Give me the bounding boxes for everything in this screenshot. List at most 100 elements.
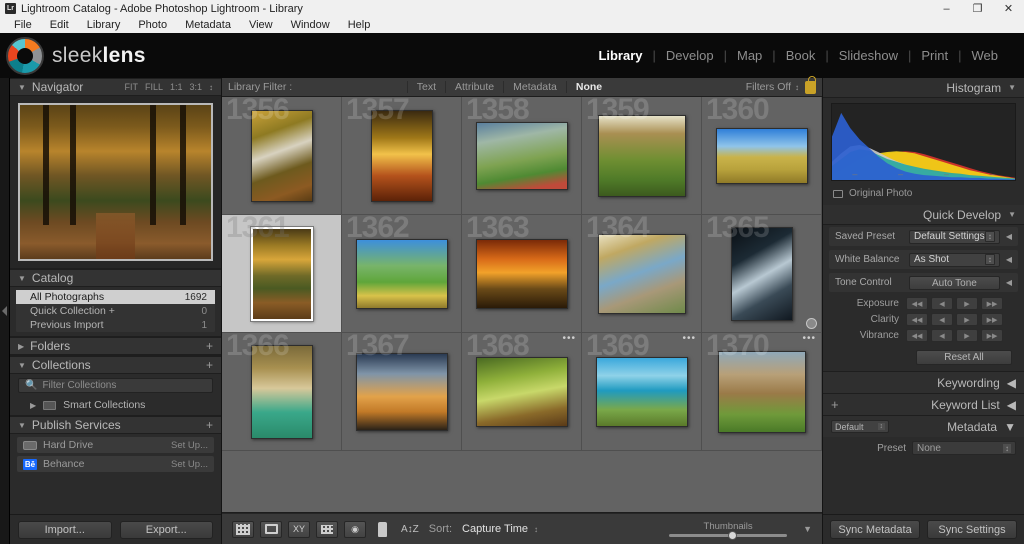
- grid-cell[interactable]: 1356: [222, 97, 342, 215]
- metadata-caret-icon[interactable]: ▼: [1004, 420, 1016, 434]
- grid-cell[interactable]: 1358: [462, 97, 582, 215]
- grid-cell[interactable]: 1365: [702, 211, 822, 333]
- grid-cell[interactable]: 1362: [342, 211, 462, 333]
- catalog-row-quick-collection[interactable]: Quick Collection + 0: [16, 304, 215, 318]
- saved-preset-stepper-icon[interactable]: ↕: [984, 231, 995, 242]
- toolbar-caret-icon[interactable]: ▼: [803, 524, 812, 534]
- grid-cell[interactable]: 1370 •••: [702, 329, 822, 451]
- menu-item-library[interactable]: Library: [79, 19, 129, 31]
- navigator-preview[interactable]: [10, 96, 221, 268]
- left-panel-collapse-handle[interactable]: [0, 78, 10, 544]
- publish-services-caret-icon[interactable]: ▼: [18, 421, 26, 430]
- cell-badge-dots-icon[interactable]: •••: [682, 334, 696, 344]
- histogram-chart[interactable]: – – – –: [831, 103, 1016, 181]
- saved-preset-expand-icon[interactable]: ◀: [1006, 232, 1012, 241]
- metadata-view-select[interactable]: Default ↕: [831, 420, 889, 433]
- sync-settings-button[interactable]: Sync Settings: [927, 520, 1017, 539]
- quick-collection-badge-icon[interactable]: [806, 318, 817, 329]
- sync-metadata-button[interactable]: Sync Metadata: [830, 520, 920, 539]
- navigator-zoom-fill[interactable]: FILL: [145, 82, 163, 92]
- menu-item-file[interactable]: File: [6, 19, 40, 31]
- close-button[interactable]: ✕: [993, 0, 1024, 17]
- sort-stepper-icon[interactable]: ↕: [534, 525, 538, 534]
- menu-item-view[interactable]: View: [241, 19, 281, 31]
- folders-header[interactable]: ▶ Folders +: [10, 337, 221, 355]
- publish-service-hard-drive[interactable]: Hard Drive Set Up...: [17, 437, 214, 453]
- navigator-caret-icon[interactable]: ▼: [18, 83, 26, 92]
- navigator-zoom-stepper-icon[interactable]: ↕: [209, 83, 213, 92]
- catalog-caret-icon[interactable]: ▼: [18, 274, 26, 283]
- add-publish-service-button[interactable]: +: [206, 418, 213, 432]
- photo-thumbnail[interactable]: [355, 238, 448, 309]
- sort-direction-icon[interactable]: A↕Z: [401, 524, 419, 535]
- maximize-button[interactable]: ❐: [962, 0, 993, 17]
- grid-view-icon[interactable]: [232, 520, 254, 538]
- vibrance-inc-small-button[interactable]: ▶: [956, 329, 978, 342]
- photo-thumbnail[interactable]: [250, 344, 313, 439]
- module-book[interactable]: Book: [776, 48, 826, 63]
- survey-view-icon[interactable]: [316, 520, 338, 538]
- original-photo-toggle[interactable]: Original Photo: [823, 186, 1024, 205]
- hard-drive-setup-link[interactable]: Set Up...: [171, 440, 208, 451]
- collections-header[interactable]: ▼ Collections +: [10, 356, 221, 374]
- photo-thumbnail[interactable]: [475, 121, 568, 190]
- cell-badge-dots-icon[interactable]: •••: [562, 334, 576, 344]
- reset-all-button[interactable]: Reset All: [916, 350, 1012, 365]
- vibrance-dec-large-button[interactable]: ◀◀: [906, 329, 928, 342]
- publish-service-behance[interactable]: Bē Behance Set Up...: [17, 456, 214, 472]
- clarity-inc-small-button[interactable]: ▶: [956, 313, 978, 326]
- quick-develop-header[interactable]: Quick Develop ▼: [823, 205, 1024, 225]
- menu-item-metadata[interactable]: Metadata: [177, 19, 239, 31]
- clarity-inc-large-button[interactable]: ▶▶: [981, 313, 1003, 326]
- lock-icon[interactable]: [805, 75, 816, 94]
- menu-item-photo[interactable]: Photo: [130, 19, 175, 31]
- navigator-header[interactable]: ▼ Navigator FIT FILL 1:1 3:1 ↕: [10, 78, 221, 96]
- thumbnail-size-slider[interactable]: Thumbnails: [669, 521, 788, 540]
- publish-services-header[interactable]: ▼ Publish Services +: [10, 416, 221, 434]
- grid-view[interactable]: 13561357135813591360 13611362136313641365…: [222, 97, 822, 513]
- catalog-row-all-photographs[interactable]: All Photographs 1692: [16, 290, 215, 304]
- people-view-icon[interactable]: ◉: [344, 520, 366, 538]
- photo-thumbnail[interactable]: [475, 356, 568, 427]
- minimize-button[interactable]: –: [931, 0, 962, 17]
- photo-thumbnail[interactable]: [249, 225, 314, 322]
- grid-cell[interactable]: 1357: [342, 97, 462, 215]
- grid-cell[interactable]: 1360: [702, 97, 822, 215]
- loupe-view-icon[interactable]: [260, 520, 282, 538]
- module-map[interactable]: Map: [727, 48, 772, 63]
- clarity-dec-large-button[interactable]: ◀◀: [906, 313, 928, 326]
- module-print[interactable]: Print: [911, 48, 958, 63]
- grid-cell[interactable]: 1369 •••: [582, 329, 702, 451]
- slider-knob[interactable]: [728, 530, 738, 540]
- grid-cell[interactable]: 1366: [222, 329, 342, 451]
- smart-collections-item[interactable]: ▶ Smart Collections: [10, 397, 221, 415]
- auto-tone-button[interactable]: Auto Tone: [909, 275, 1000, 290]
- white-balance-stepper-icon[interactable]: ↕: [984, 254, 995, 265]
- compare-view-icon[interactable]: XY: [288, 520, 310, 538]
- photo-thumbnail[interactable]: [715, 127, 808, 184]
- grid-cell[interactable]: 1368 •••: [462, 329, 582, 451]
- metadata-preset-stepper-icon[interactable]: ↕: [1003, 443, 1011, 453]
- white-balance-select[interactable]: As Shot ↕: [909, 252, 1000, 267]
- photo-thumbnail[interactable]: [595, 356, 688, 427]
- menu-item-window[interactable]: Window: [283, 19, 338, 31]
- slider-track[interactable]: [669, 530, 788, 540]
- import-button[interactable]: Import...: [18, 520, 112, 539]
- smart-collections-caret-icon[interactable]: ▶: [30, 401, 36, 410]
- catalog-row-previous-import[interactable]: Previous Import 1: [16, 318, 215, 332]
- keyword-list-caret-icon[interactable]: ◀: [1007, 398, 1016, 412]
- metadata-preset-select[interactable]: None ↕: [912, 441, 1016, 455]
- filters-off-label[interactable]: Filters Off: [746, 81, 791, 93]
- grid-cell[interactable]: 1363: [462, 211, 582, 333]
- photo-thumbnail[interactable]: [597, 233, 686, 314]
- module-web[interactable]: Web: [962, 48, 1009, 63]
- spray-can-icon[interactable]: [378, 521, 387, 537]
- photo-thumbnail[interactable]: [355, 352, 448, 431]
- quick-develop-caret-icon[interactable]: ▼: [1008, 210, 1016, 219]
- module-slideshow[interactable]: Slideshow: [829, 48, 908, 63]
- library-filter-tab-attribute[interactable]: Attribute: [445, 81, 503, 93]
- filter-collections-input[interactable]: 🔍 Filter Collections: [18, 378, 213, 393]
- vibrance-dec-small-button[interactable]: ◀: [931, 329, 953, 342]
- add-collection-button[interactable]: +: [206, 358, 213, 372]
- export-button[interactable]: Export...: [119, 520, 213, 539]
